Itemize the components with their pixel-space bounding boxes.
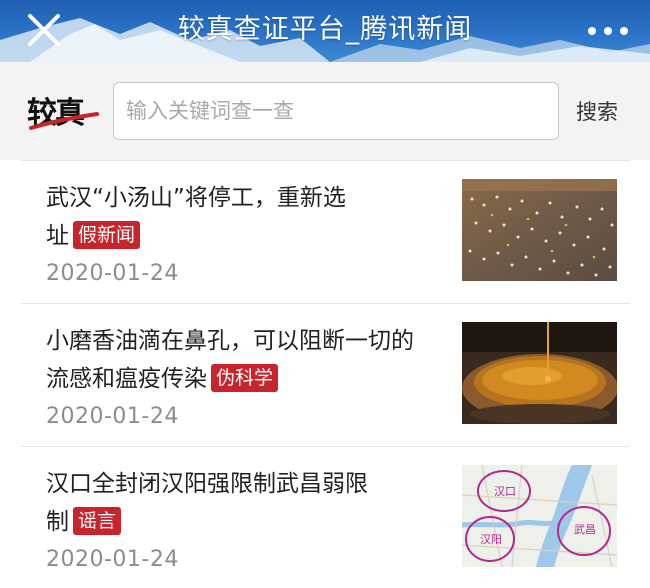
map-label: 汉口 <box>494 485 516 498</box>
news-date: 2020-01-24 <box>46 547 179 572</box>
news-headline[interactable]: 武汉“小汤山”将停工，重新选 址假新闻 <box>46 179 416 255</box>
headline-text: 汉口全封闭汉阳强限制武昌弱限 <box>46 471 368 497</box>
news-item[interactable]: 汉口全封闭汉阳强限制武昌弱限 制谣言 2020-01-24 汉口 汉阳 武昌 <box>20 446 630 587</box>
news-headline[interactable]: 小磨香油滴在鼻孔，可以阻断一切的 流感和瘟疫传染 伪科学 <box>46 322 446 398</box>
headline-text: 小磨香油滴在鼻孔，可以阻断一切的 <box>46 328 414 354</box>
wuhan-map-image: 汉口 汉阳 武昌 <box>462 465 617 567</box>
search-input[interactable] <box>113 82 559 140</box>
headline-text: 流感和瘟疫传染 <box>46 366 207 392</box>
logo-red-swoosh <box>29 112 99 130</box>
verdict-tag: 假新闻 <box>73 221 141 249</box>
news-item[interactable]: 武汉“小汤山”将停工，重新选 址假新闻 2020-01-24 <box>20 160 630 301</box>
news-headline[interactable]: 汉口全封闭汉阳强限制武昌弱限 制谣言 <box>46 465 416 541</box>
headline-text: 武汉“小汤山”将停工，重新选 <box>46 185 346 211</box>
more-dots-icon <box>604 27 612 35</box>
headline-text: 址 <box>46 223 69 249</box>
news-item[interactable]: 小磨香油滴在鼻孔，可以阻断一切的 流感和瘟疫传染 伪科学 2020-01-24 <box>20 303 630 444</box>
map-label: 汉阳 <box>480 533 502 546</box>
more-dots-icon <box>588 27 596 35</box>
construction-site-thumbnail[interactable] <box>462 179 617 281</box>
title-bar: 较真查证平台_腾讯新闻 <box>0 0 650 62</box>
verdict-tag: 谣言 <box>73 507 122 535</box>
search-button[interactable]: 搜索 <box>576 98 618 126</box>
headline-text: 制 <box>46 509 69 535</box>
sesame-oil-thumbnail[interactable] <box>462 322 617 424</box>
more-button[interactable] <box>586 16 630 44</box>
news-date: 2020-01-24 <box>46 404 179 429</box>
search-bar: 较真 搜索 <box>0 62 650 160</box>
wuhan-map-thumbnail[interactable]: 汉口 汉阳 武昌 <box>462 465 617 567</box>
construction-site-image <box>462 179 617 281</box>
page-title: 较真查证平台_腾讯新闻 <box>177 14 473 45</box>
sesame-oil-bowl-image <box>462 322 617 424</box>
verdict-tag: 伪科学 <box>211 364 279 392</box>
jiaozhen-logo: 较真 <box>27 94 101 136</box>
news-date: 2020-01-24 <box>46 261 179 286</box>
more-dots-icon <box>620 27 628 35</box>
map-label: 武昌 <box>574 523 596 536</box>
